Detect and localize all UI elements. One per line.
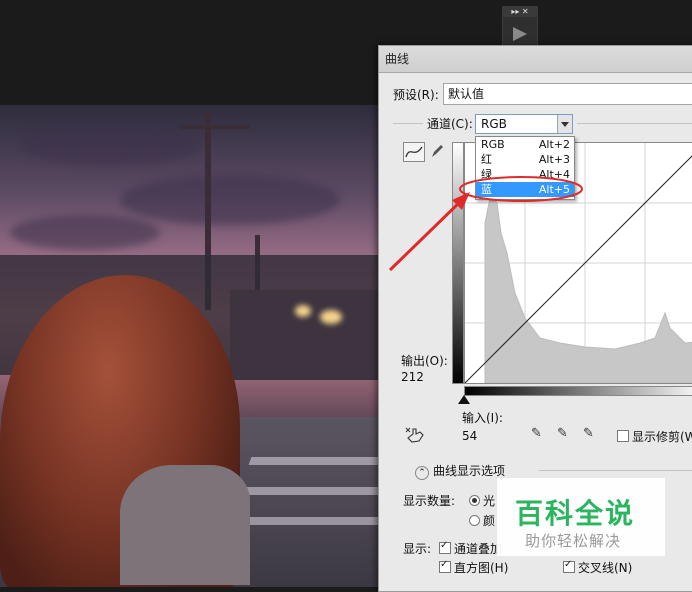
option-shortcut: Alt+2: [538, 138, 570, 151]
intersection-option[interactable]: 交叉线(N): [563, 559, 632, 576]
amount-pigment-label: 颜: [483, 514, 496, 528]
input-label: 输入(I):: [462, 411, 503, 425]
input-gradient: [464, 386, 692, 396]
watermark: 百科全说 助你轻松解决: [497, 478, 665, 556]
option-shortcut: Alt+3: [538, 153, 570, 166]
option-shortcut: Alt+5: [538, 183, 570, 196]
expand-icon[interactable]: ⌃: [415, 466, 429, 480]
show-clipping-row[interactable]: 显示修剪(W: [617, 428, 692, 445]
show-amount-label: 显示数量:: [403, 494, 456, 508]
output-value[interactable]: 212: [401, 370, 424, 384]
curve-tool-icon: [405, 146, 423, 158]
amount-light-label: 光: [483, 494, 496, 508]
histogram-checkbox[interactable]: [439, 559, 451, 573]
play-icon[interactable]: [513, 27, 527, 41]
channel-option-green[interactable]: 绿 Alt+4: [476, 167, 574, 182]
pencil-icon[interactable]: [429, 142, 445, 160]
option-label: 绿: [481, 168, 492, 181]
channel-select[interactable]: RGB: [475, 114, 573, 134]
divider: [577, 123, 692, 124]
option-label: RGB: [481, 138, 505, 151]
channel-option-rgb[interactable]: RGB Alt+2: [476, 137, 574, 152]
mini-panel: ▸▸ ✕: [502, 6, 538, 48]
curve-options-toggle[interactable]: ⌃ 曲线显示选项: [415, 462, 505, 480]
divider: [393, 123, 423, 124]
output-label: 输出(O):: [401, 354, 448, 368]
watermark-title: 百科全说: [515, 497, 636, 530]
channel-label: 通道(C):: [427, 117, 473, 131]
preset-value: 默认值: [448, 87, 485, 101]
channel-option-red[interactable]: 红 Alt+3: [476, 152, 574, 167]
overlay-checkbox[interactable]: [439, 540, 451, 554]
radio-pigment[interactable]: [469, 515, 480, 526]
show-label: 显示:: [403, 542, 432, 556]
hand-adjust-icon[interactable]: [405, 426, 427, 444]
curve-options-label: 曲线显示选项: [433, 464, 506, 478]
black-point-slider-icon[interactable]: [458, 395, 470, 405]
histogram-label: 直方图(H): [454, 561, 509, 575]
eyedropper-white-icon[interactable]: ✎: [583, 426, 594, 441]
photo-canvas: [0, 105, 392, 587]
overlay-label: 通道叠加: [454, 542, 503, 556]
amount-light-option[interactable]: 光: [469, 492, 495, 509]
channel-value: RGB: [481, 117, 507, 131]
option-label: 红: [481, 153, 492, 166]
histogram-option[interactable]: 直方图(H): [439, 559, 508, 576]
amount-pigment-option[interactable]: 颜: [469, 512, 495, 529]
eyedropper-black-icon[interactable]: ✎: [531, 426, 542, 441]
show-clipping-label: 显示修剪(W: [632, 430, 692, 444]
watermark-subtitle: 助你轻松解决: [525, 532, 622, 550]
intersection-label: 交叉线(N): [578, 561, 633, 575]
overlay-option[interactable]: 通道叠加: [439, 540, 502, 557]
curve-tool-button[interactable]: [403, 142, 425, 162]
channel-option-blue[interactable]: 蓝 Alt+5: [476, 182, 574, 197]
preset-label: 预设(R):: [393, 88, 439, 102]
mini-panel-header[interactable]: ▸▸ ✕: [503, 7, 537, 17]
channel-dropdown: RGB Alt+2 红 Alt+3 绿 Alt+4 蓝 Alt+5: [475, 136, 575, 200]
option-label: 蓝: [481, 183, 492, 196]
output-gradient: [452, 142, 464, 384]
input-value[interactable]: 54: [462, 429, 477, 443]
intersection-checkbox[interactable]: [563, 559, 575, 573]
option-shortcut: Alt+4: [538, 168, 570, 181]
chevron-down-icon[interactable]: [557, 115, 572, 133]
histogram-shape: [484, 191, 692, 383]
show-clipping-checkbox[interactable]: [617, 430, 629, 442]
radio-light[interactable]: [469, 495, 480, 506]
dialog-title: 曲线: [379, 46, 692, 73]
preset-select[interactable]: 默认值: [443, 83, 692, 105]
eyedropper-gray-icon[interactable]: ✎: [557, 426, 568, 441]
divider: [539, 470, 692, 471]
